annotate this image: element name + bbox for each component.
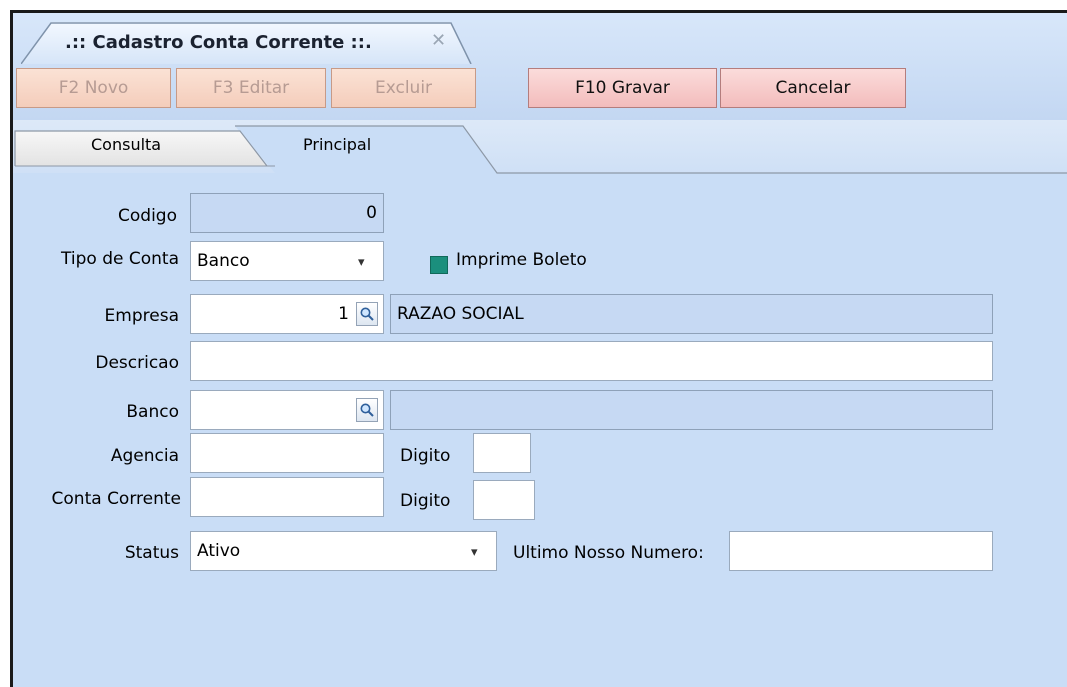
empresa-description-field: RAZAO SOCIAL: [390, 294, 993, 334]
banco-description-field: [390, 390, 993, 430]
empresa-code-field[interactable]: 1: [190, 294, 384, 334]
form-window: .:: Cadastro Conta Corrente ::. ✕ F2 Nov…: [10, 10, 1067, 687]
cancel-button[interactable]: Cancelar: [720, 68, 906, 108]
imprime-boleto-label: Imprime Boleto: [456, 250, 587, 270]
ultimo-nosso-numero-field[interactable]: [729, 531, 993, 571]
conta-digito-field[interactable]: [473, 480, 535, 520]
tipo-conta-label: Tipo de Conta: [61, 249, 179, 269]
tab-principal-label: Principal: [303, 135, 372, 154]
search-icon[interactable]: [356, 302, 378, 326]
chevron-down-icon[interactable]: ▾: [358, 255, 365, 270]
delete-button[interactable]: Excluir: [331, 68, 476, 108]
agencia-field[interactable]: [190, 433, 384, 473]
agencia-digito-field[interactable]: [473, 433, 531, 473]
agencia-label: Agencia: [110, 446, 179, 466]
close-icon[interactable]: ✕: [431, 30, 446, 52]
conta-corrente-field[interactable]: [190, 477, 384, 517]
search-icon[interactable]: [356, 398, 378, 422]
banco-code-field[interactable]: [190, 390, 384, 430]
ultimo-nosso-numero-label: Ultimo Nosso Numero:: [513, 543, 704, 563]
edit-button[interactable]: F3 Editar: [176, 68, 326, 108]
codigo-label: Codigo: [118, 206, 177, 226]
codigo-field: 0: [190, 193, 384, 233]
imprime-boleto-checkbox[interactable]: [430, 256, 448, 274]
new-button[interactable]: F2 Novo: [16, 68, 171, 108]
banco-label: Banco: [126, 402, 179, 422]
descricao-label: Descricao: [95, 353, 179, 373]
empresa-label: Empresa: [104, 306, 179, 326]
descricao-field[interactable]: [190, 341, 993, 381]
chevron-down-icon[interactable]: ▾: [471, 545, 478, 560]
window-title: .:: Cadastro Conta Corrente ::.: [65, 32, 372, 53]
conta-corrente-label: Conta Corrente: [51, 489, 181, 509]
agencia-digito-label: Digito: [400, 446, 451, 466]
conta-digito-label: Digito: [400, 491, 451, 511]
status-value: Ativo: [197, 541, 241, 561]
status-select[interactable]: Ativo: [190, 531, 497, 571]
tab-consulta-label: Consulta: [91, 135, 162, 154]
status-label: Status: [124, 543, 179, 563]
tipo-conta-value: Banco: [197, 251, 250, 271]
save-button[interactable]: F10 Gravar: [528, 68, 717, 108]
tipo-conta-select[interactable]: Banco: [190, 241, 384, 281]
